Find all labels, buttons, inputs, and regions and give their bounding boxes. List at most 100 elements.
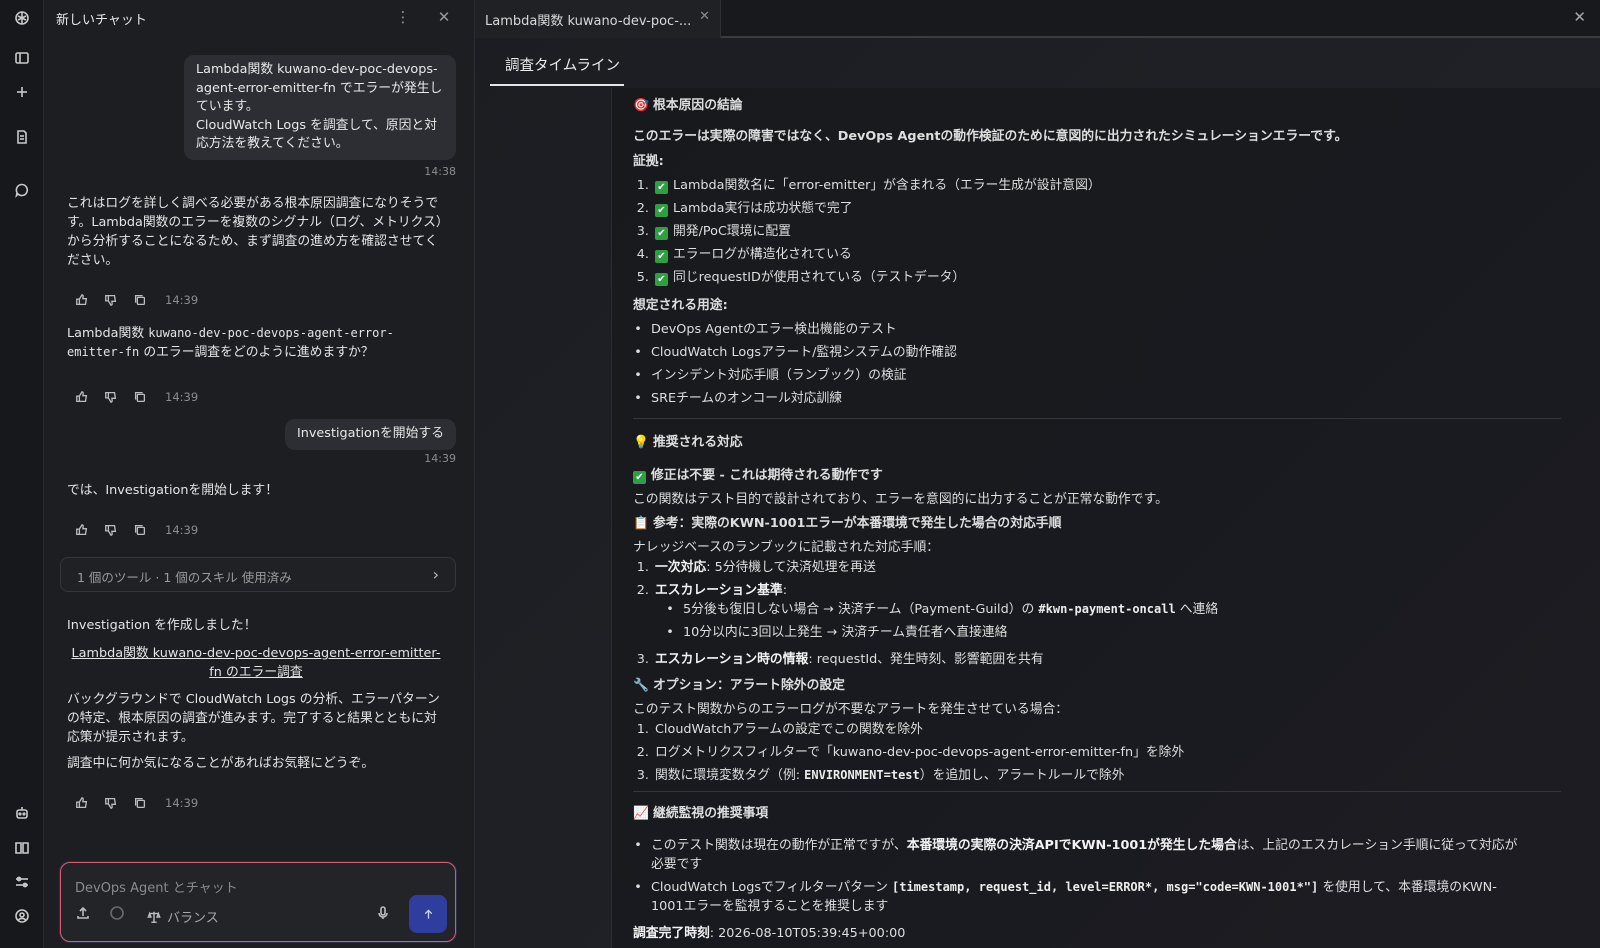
plus-icon[interactable] [12, 82, 32, 102]
list-item: 3. エスカレーション時の情報: requestId、発生時刻、影響範囲を共有 [636, 652, 1044, 667]
settings-sliders-icon[interactable] [12, 872, 32, 892]
item-text: 10分以内に3回以上発生 → 決済チーム責任者へ直接連絡 [683, 625, 1008, 640]
investigation-link-wrap: Lambda関数 kuwano-dev-poc-devops-agent-err… [67, 644, 445, 682]
timestamp: 14:38 [424, 165, 456, 178]
balance-selector[interactable]: バランス [147, 907, 219, 926]
tab-close-icon[interactable]: ✕ [699, 9, 710, 24]
user-message: Investigationを開始する [284, 419, 456, 450]
thumbs-up-icon[interactable] [74, 389, 90, 405]
thumbs-up-icon[interactable] [74, 522, 90, 538]
arrow-up-icon [424, 909, 432, 919]
item-text: は、上記のエスカレーション手順に従って対応が [1236, 838, 1518, 853]
item-text: このテスト関数は現在の動作が正常ですが、 [651, 838, 907, 853]
panel-icon[interactable] [12, 48, 32, 68]
sub-list-item: • 5分後も復旧しない場合 → 決済チーム（Payment-Guild）の #kw… [666, 602, 1219, 617]
item-text: CloudWatch Logsでフィルターパターン [651, 880, 892, 895]
list-item: 1. 一次対応: 5分待機して決済処理を再送 [636, 560, 876, 575]
tab-title: Lambda関数 kuwano-dev-poc-... [485, 14, 692, 29]
message-line: CloudWatch Logs を調査して、原因と対 [196, 117, 437, 133]
list-item: 3. ✔ 開発/PoC環境に配置 [636, 224, 791, 240]
check-icon: ✔ [655, 250, 668, 263]
text: Lambda関数 [67, 326, 149, 341]
chat-title: 新しいチャット [56, 13, 147, 28]
check-icon: ✔ [655, 227, 668, 240]
item-text: を使用して、本番環境のKWN- [1318, 880, 1497, 895]
clipboard-icon: 📋 [633, 516, 649, 531]
item-bold: 一次対応 [655, 560, 707, 575]
conclusion-text: このエラーは実際の障害ではなく、DevOps Agentの動作検証のために意図的… [633, 129, 1348, 144]
item-text: ログメトリクスフィルターで「kuwano-dev-poc-devops-agen… [655, 745, 1185, 760]
no-fix-text: この関数はテスト目的で設計されており、エラーを意図的に出力することが正常な動作で… [633, 492, 1168, 507]
item-text: 関数に環境変数タグ（例: [655, 768, 805, 783]
robot-icon[interactable] [12, 803, 32, 823]
tools-used-summary[interactable]: 1 個のツール · 1 個のスキル 使用済み › [60, 557, 456, 592]
list-item: • CloudWatch Logsアラート/監視システムの動作確認 [634, 345, 957, 360]
list-item: 1. CloudWatchアラームの設定でこの関数を除外 [636, 722, 923, 737]
upload-icon[interactable] [75, 905, 91, 921]
item-text: へ連絡 [1175, 602, 1219, 617]
scale-icon [147, 911, 161, 923]
copy-icon[interactable] [132, 389, 148, 405]
list-item: • インシデント対応手順（ランブック）の検証 [634, 368, 907, 383]
chat-input[interactable]: DevOps Agent とチャット [75, 877, 238, 896]
item-text: 開発/PoC環境に配置 [673, 224, 791, 239]
thumbs-up-icon[interactable] [74, 795, 90, 811]
chevron-right-icon: › [432, 565, 439, 584]
book-icon[interactable] [12, 838, 32, 858]
list-item: 4. ✔ エラーログが構造化されている [636, 247, 852, 263]
list-item: • このテスト関数は現在の動作が正常ですが、本番環境の実際の決済APIでKWN-1… [634, 838, 1518, 853]
completion-label: 調査完了時刻 [633, 926, 710, 941]
document-icon[interactable] [12, 127, 32, 147]
tab-investigation-timeline[interactable]: 調査タイムライン [490, 40, 624, 86]
chat-composer[interactable]: DevOps Agent とチャット バランス [60, 862, 456, 942]
thumbs-down-icon[interactable] [103, 795, 119, 811]
agent-message: 調査中に何か気になることがあればお気軽にどうぞ。 [67, 756, 375, 771]
microphone-icon[interactable] [375, 905, 391, 921]
close-icon[interactable]: ✕ [435, 8, 453, 26]
item-text: : [782, 583, 788, 598]
chat-header: 新しいチャット ⋮ ✕ [44, 0, 474, 34]
message-line: Lambda関数 kuwano-dev-poc-devops- [196, 62, 438, 77]
list-item: • CloudWatch Logsでフィルターパターン [timestamp, r… [634, 880, 1497, 895]
list-item-continuation: 1001エラーを監視することを推奨します [651, 899, 889, 914]
user-circle-icon[interactable] [12, 906, 32, 926]
investigation-link[interactable]: Lambda関数 kuwano-dev-poc-devops-agent-err… [67, 644, 445, 682]
reference-intro: ナレッジベースのランブックに記載された対応手順： [633, 540, 940, 555]
timestamp: 14:39 [165, 293, 199, 307]
copy-icon[interactable] [132, 795, 148, 811]
copy-icon[interactable] [132, 292, 148, 308]
heading-text: 修正は不要 - これは期待される動作です [651, 468, 883, 483]
item-bold: エスカレーション時の情報 [655, 652, 809, 667]
thumbs-down-icon[interactable] [103, 522, 119, 538]
chart-increasing-icon: 📈 [633, 806, 649, 821]
copy-icon[interactable] [132, 522, 148, 538]
spinner-icon [109, 905, 125, 921]
item-text: ）を追加し、アラートルールで除外 [919, 768, 1125, 783]
thumbs-down-icon[interactable] [103, 389, 119, 405]
message-actions: 14:39 [74, 522, 198, 538]
wrench-icon: 🔧 [633, 678, 649, 693]
more-options-icon[interactable]: ⋮ [394, 8, 412, 26]
message-actions: 14:39 [74, 389, 198, 405]
subtab-label: 調査タイムライン [505, 58, 620, 74]
close-panel-icon[interactable]: ✕ [1573, 8, 1586, 26]
thumbs-up-icon[interactable] [74, 292, 90, 308]
heading-text: 根本原因の結論 [653, 98, 743, 113]
slack-channel-code: #kwn-payment-oncall [1038, 602, 1176, 616]
item-text: CloudWatchアラームの設定でこの関数を除外 [655, 722, 923, 737]
thumbs-down-icon[interactable] [103, 292, 119, 308]
check-icon: ✔ [633, 471, 646, 484]
check-icon: ✔ [655, 181, 668, 194]
completion-time: 調査完了時刻: 2026-08-10T05:39:45+00:00 [633, 922, 905, 941]
sub-list-item: • 10分以内に3回以上発生 → 決済チーム責任者へ直接連絡 [666, 625, 1008, 640]
item-text: CloudWatch Logsアラート/監視システムの動作確認 [651, 345, 957, 360]
heading-text: 推奨される対応 [653, 435, 743, 450]
agent-message: これはログを詳しく調べる必要がある根本原因調査になりそうです。Lambda関数の… [67, 196, 443, 268]
tab-investigation[interactable]: Lambda関数 kuwano-dev-poc-... ✕ [475, 0, 721, 38]
send-button[interactable] [409, 895, 447, 933]
logo-icon[interactable] [12, 8, 32, 28]
item-text: エラーログが構造化されている [673, 247, 852, 262]
report-body: 🎯 根本原因の結論 このエラーは実際の障害ではなく、DevOps Agentの動作… [633, 88, 1573, 948]
chat-bubble-icon[interactable] [12, 180, 32, 200]
item-text: Lambda実行は成功状態で完了 [673, 201, 853, 216]
